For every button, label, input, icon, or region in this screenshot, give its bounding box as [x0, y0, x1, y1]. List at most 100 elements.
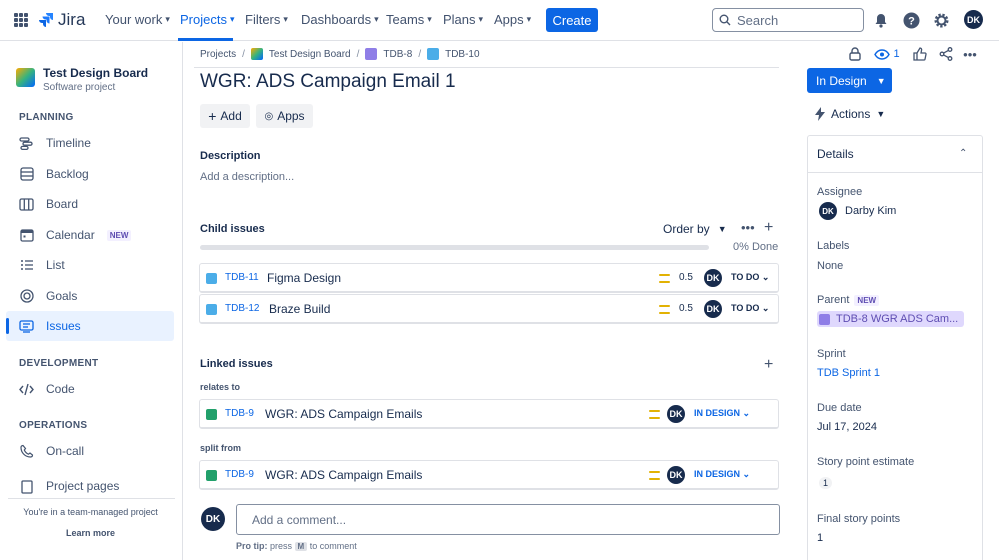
- breadcrumb-separator: /: [418, 48, 422, 60]
- thumbs-up-icon[interactable]: [912, 46, 928, 62]
- sidebar-item-calendar[interactable]: Calendar NEW: [6, 220, 174, 250]
- issue-summary[interactable]: Figma Design: [267, 271, 341, 285]
- sidebar-item-goals[interactable]: Goals: [6, 281, 174, 311]
- sidebar-item-backlog[interactable]: Backlog: [6, 159, 174, 189]
- watch-button[interactable]: 1: [873, 46, 901, 62]
- nav-teams[interactable]: Teams ▾: [386, 12, 432, 27]
- linked-issue-row[interactable]: TDB-9 WGR: ADS Campaign Emails DK IN DES…: [199, 399, 779, 429]
- assignee-avatar[interactable]: DK: [667, 466, 685, 484]
- parent-value: TDB-8 WGR ADS Cam...: [836, 313, 959, 325]
- actions-dropdown[interactable]: Actions ▼: [815, 107, 885, 121]
- issue-summary[interactable]: WGR: ADS Campaign Emails: [265, 468, 422, 482]
- nav-your-work[interactable]: Your work ▾: [105, 12, 170, 27]
- add-link-plus-icon[interactable]: +: [764, 356, 773, 374]
- issue-summary[interactable]: Braze Build: [269, 302, 330, 316]
- parent-label-row: Parent NEW: [817, 294, 880, 306]
- pro-tip-prefix: Pro tip:: [236, 541, 268, 551]
- apps-button[interactable]: ◎ Apps: [256, 104, 313, 128]
- status-dropdown[interactable]: IN DESIGN ⌄: [694, 469, 750, 480]
- status-button[interactable]: In Design ▼: [807, 68, 892, 93]
- chevron-up-icon[interactable]: ⌃: [959, 148, 967, 159]
- assignee-avatar[interactable]: DK: [704, 269, 722, 287]
- nav-dashboards[interactable]: Dashboards ▾: [301, 12, 379, 27]
- more-actions-icon[interactable]: •••: [962, 46, 978, 62]
- issues-icon: [19, 319, 34, 334]
- issue-title[interactable]: WGR: ADS Campaign Email 1: [200, 71, 456, 93]
- sprint-link[interactable]: TDB Sprint 1: [817, 367, 880, 379]
- sidebar-item-code[interactable]: Code: [6, 374, 174, 404]
- breadcrumb-parent[interactable]: TDB-8: [383, 49, 412, 60]
- linked-issue-row[interactable]: TDB-9 WGR: ADS Campaign Emails DK IN DES…: [199, 460, 779, 490]
- assignee-avatar[interactable]: DK: [667, 405, 685, 423]
- priority-medium-icon: [659, 305, 670, 314]
- sidebar-item-on-call[interactable]: On-call: [6, 436, 174, 466]
- share-icon[interactable]: [938, 46, 954, 62]
- breadcrumb-separator: /: [356, 48, 360, 60]
- details-heading[interactable]: Details: [817, 147, 854, 161]
- create-button[interactable]: Create: [546, 8, 598, 32]
- breadcrumb-current[interactable]: TDB-10: [445, 49, 479, 60]
- issue-key[interactable]: TDB-9: [225, 469, 254, 480]
- breadcrumb-projects[interactable]: Projects: [200, 49, 236, 60]
- labels-value[interactable]: None: [817, 260, 843, 272]
- nav-projects[interactable]: Projects ▾: [180, 12, 235, 27]
- help-icon[interactable]: ?: [902, 11, 920, 29]
- sidebar-item-board[interactable]: Board: [6, 189, 174, 219]
- nav-label: Apps: [494, 12, 524, 27]
- chevron-down-icon: ▼: [876, 109, 886, 119]
- child-issue-row[interactable]: TDB-11 Figma Design 0.5 DK TO DO ⌄: [199, 263, 779, 293]
- details-panel: Details ⌃ Assignee DK Darby Kim Labels N…: [807, 135, 983, 560]
- sidebar-item-timeline[interactable]: Timeline: [6, 128, 174, 158]
- estimate-value[interactable]: 1: [819, 477, 833, 489]
- breadcrumb-project[interactable]: Test Design Board: [269, 49, 351, 60]
- learn-more-link[interactable]: Learn more: [0, 528, 181, 538]
- settings-gear-icon[interactable]: [932, 11, 950, 29]
- actions-label: Actions: [831, 107, 871, 121]
- add-child-plus-icon[interactable]: +: [764, 219, 773, 237]
- final-points-label: Final story points: [817, 513, 901, 525]
- due-date-label: Due date: [817, 402, 862, 414]
- search-input[interactable]: Search: [712, 8, 864, 32]
- description-field[interactable]: Add a description...: [200, 171, 294, 183]
- nav-filters[interactable]: Filters ▾: [245, 12, 288, 27]
- svg-text:?: ?: [908, 15, 915, 27]
- status-label: TO DO: [731, 303, 760, 313]
- task-icon: [427, 48, 440, 60]
- child-issue-row[interactable]: TDB-12 Braze Build 0.5 DK TO DO ⌄: [199, 294, 779, 324]
- chevron-down-icon: ⌄: [742, 469, 751, 479]
- comment-input[interactable]: Add a comment...: [236, 504, 780, 535]
- due-date-value[interactable]: Jul 17, 2024: [817, 421, 877, 433]
- nav-apps[interactable]: Apps ▾: [494, 12, 531, 27]
- project-header[interactable]: Test Design Board Software project: [16, 66, 148, 93]
- chevron-down-icon: ▾: [229, 14, 235, 24]
- sidebar-item-issues[interactable]: Issues: [6, 311, 174, 341]
- link-relation-label: relates to: [200, 382, 241, 392]
- add-button[interactable]: + Add: [200, 104, 250, 128]
- lock-icon[interactable]: [847, 46, 863, 62]
- sidebar-item-list[interactable]: List: [6, 250, 174, 280]
- status-dropdown[interactable]: TO DO ⌄: [731, 272, 769, 283]
- assignee-avatar[interactable]: DK: [704, 300, 722, 318]
- assignee-field[interactable]: DK Darby Kim: [819, 202, 896, 220]
- app-switcher-icon[interactable]: [14, 13, 28, 27]
- jira-logo-icon: [39, 13, 53, 27]
- status-dropdown[interactable]: IN DESIGN ⌄: [694, 408, 750, 419]
- issue-key[interactable]: TDB-12: [225, 303, 259, 314]
- nav-plans[interactable]: Plans ▾: [443, 12, 483, 27]
- parent-chip[interactable]: TDB-8 WGR ADS Cam...: [817, 311, 964, 327]
- issue-summary[interactable]: WGR: ADS Campaign Emails: [265, 407, 422, 421]
- final-points-value[interactable]: 1: [817, 532, 823, 544]
- sidebar-item-label: Code: [46, 382, 75, 396]
- status-dropdown[interactable]: TO DO ⌄: [731, 303, 769, 314]
- status-label: IN DESIGN: [694, 469, 741, 479]
- sprint-label: Sprint: [817, 348, 846, 360]
- jira-logo[interactable]: Jira: [38, 10, 85, 30]
- search-placeholder: Search: [737, 12, 779, 28]
- order-by-dropdown[interactable]: Order by ▼: [663, 222, 727, 236]
- profile-avatar[interactable]: DK: [964, 10, 983, 29]
- more-options-icon[interactable]: •••: [741, 220, 755, 235]
- notifications-bell-icon[interactable]: [872, 11, 890, 29]
- chevron-down-icon: ⌄: [761, 272, 770, 282]
- issue-key[interactable]: TDB-11: [225, 272, 259, 283]
- issue-key[interactable]: TDB-9: [225, 408, 254, 419]
